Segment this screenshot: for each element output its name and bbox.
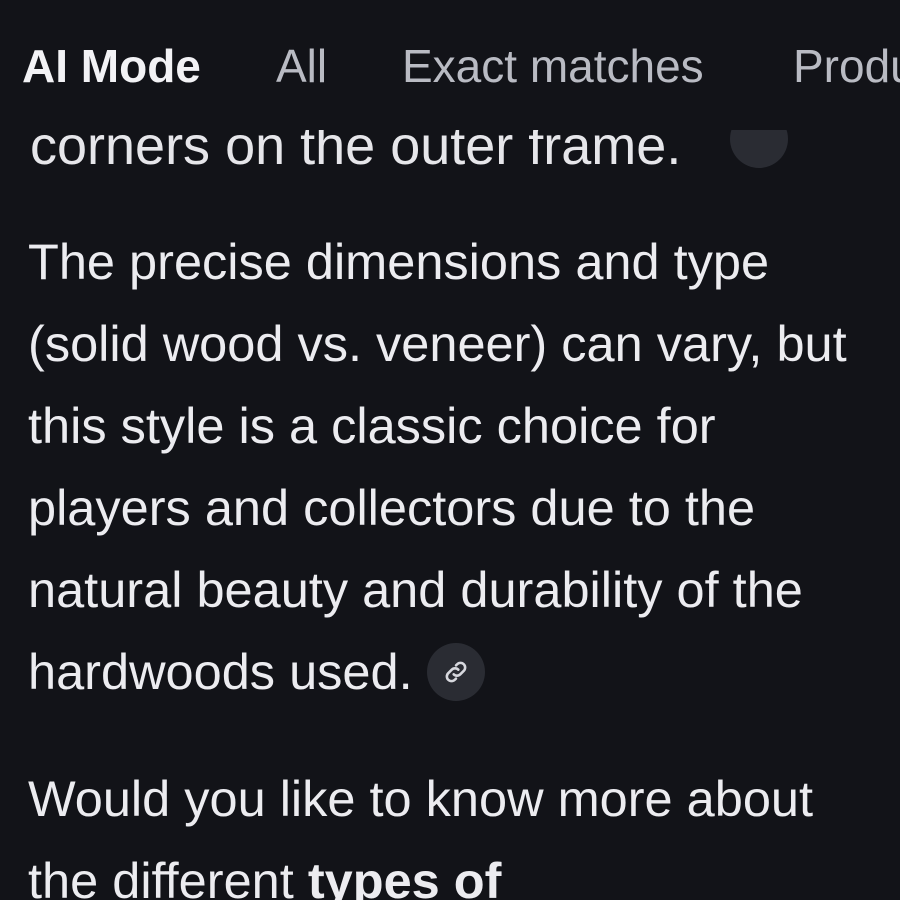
tab-ai-mode[interactable]: AI Mode <box>22 38 201 94</box>
tab-products[interactable]: Products <box>793 38 900 94</box>
search-tabs: AI Mode All Exact matches Products <box>0 0 900 130</box>
answer-paragraph: The precise dimensions and type (solid w… <box>28 221 888 713</box>
answer-paragraph-text: The precise dimensions and type (solid w… <box>28 233 847 700</box>
link-icon <box>445 661 467 683</box>
ai-answer-content: corners on the outer frame. The precise … <box>0 0 900 900</box>
source-link-button[interactable] <box>426 642 485 701</box>
follow-up-question: Would you like to know more about the di… <box>28 758 888 900</box>
tab-exact-matches[interactable]: Exact matches <box>402 38 704 94</box>
tab-all[interactable]: All <box>276 38 327 94</box>
follow-up-bold-text: types of <box>307 852 502 900</box>
